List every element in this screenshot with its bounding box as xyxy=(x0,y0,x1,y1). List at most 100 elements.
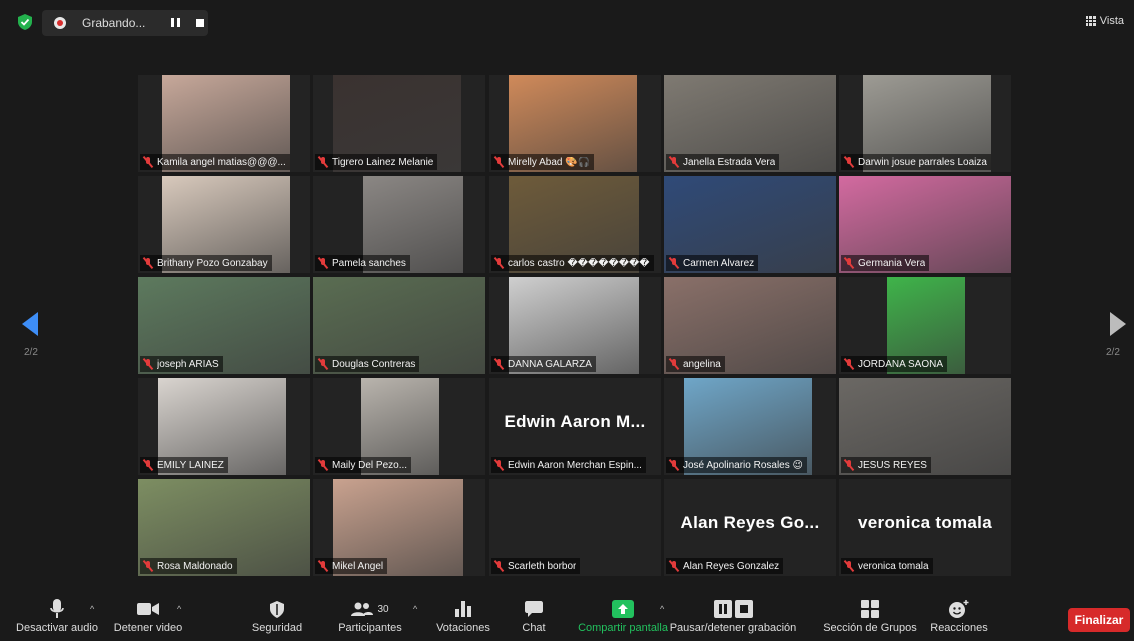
next-page-arrow-icon[interactable] xyxy=(1110,312,1126,336)
participant-video-tile[interactable]: Scarleth borbor xyxy=(489,479,661,576)
participants-icon xyxy=(351,602,374,616)
participant-video-tile[interactable]: Brithany Pozo Gonzabay xyxy=(138,176,310,273)
grid-view-icon xyxy=(1085,16,1096,26)
participant-video-tile[interactable]: JORDANA SAONA xyxy=(839,277,1011,374)
muted-microphone-icon xyxy=(844,459,854,471)
chat-label: Chat xyxy=(522,622,546,634)
participant-name-label: Brithany Pozo Gonzabay xyxy=(157,257,268,269)
participant-video-tile[interactable]: Maily Del Pezo... xyxy=(313,378,485,475)
breakout-rooms-grid-icon xyxy=(861,600,879,618)
participant-video-tile[interactable]: EMILY LAINEZ xyxy=(138,378,310,475)
security-label: Seguridad xyxy=(251,622,303,634)
chat-button[interactable]: Chat xyxy=(516,596,552,640)
video-options-caret-icon[interactable]: ^ xyxy=(177,604,181,614)
participant-name-badge: Mirelly Abad 🎨🎧 xyxy=(491,154,595,170)
mute-audio-button[interactable]: Desactivar audio xyxy=(14,596,100,640)
breakout-rooms-label: Sección de Grupos xyxy=(823,622,917,634)
participant-name-label: Darwin josue parrales Loaiza xyxy=(858,156,987,168)
share-options-caret-icon[interactable]: ^ xyxy=(660,604,664,614)
chat-bubble-icon xyxy=(525,601,543,617)
end-meeting-button[interactable]: Finalizar xyxy=(1068,608,1130,632)
share-screen-button[interactable]: Compartir pantalla xyxy=(574,596,672,640)
participant-name-badge: JORDANA SAONA xyxy=(841,356,948,372)
participant-name-label: DANNA GALARZA xyxy=(508,358,592,370)
muted-microphone-icon xyxy=(669,560,679,572)
muted-microphone-icon xyxy=(143,156,153,168)
participant-name-label: Pamela sanches xyxy=(332,257,406,269)
participant-name-badge: Darwin josue parrales Loaiza xyxy=(841,154,991,170)
mute-audio-label: Desactivar audio xyxy=(16,622,98,634)
participant-video-tile[interactable]: Darwin josue parrales Loaiza xyxy=(839,75,1011,172)
participant-name-label: Maily Del Pezo... xyxy=(332,459,408,471)
muted-microphone-icon xyxy=(143,560,153,572)
participant-video-tile[interactable]: Janella Estrada Vera xyxy=(664,75,836,172)
participant-video-tile[interactable]: Alan Reyes Go... Alan Reyes Gonzalez xyxy=(664,479,836,576)
participant-video-tile[interactable]: angelina xyxy=(664,277,836,374)
participant-name-label: Douglas Contreras xyxy=(332,358,416,370)
participant-video-tile[interactable]: Carmen Alvarez xyxy=(664,176,836,273)
participant-video-tile[interactable]: Germania Vera xyxy=(839,176,1011,273)
audio-options-caret-icon[interactable]: ^ xyxy=(90,604,94,614)
participant-video-tile[interactable]: Rosa Maldonado xyxy=(138,479,310,576)
participant-name-label: Alan Reyes Gonzalez xyxy=(683,560,780,572)
participant-video-tile[interactable]: José Apolinario Rosales 😉 xyxy=(664,378,836,475)
muted-microphone-icon xyxy=(669,257,679,269)
muted-microphone-icon xyxy=(318,459,328,471)
muted-microphone-icon xyxy=(494,358,504,370)
view-button[interactable]: Vista xyxy=(1082,10,1128,32)
stop-video-label: Detener video xyxy=(113,622,183,634)
pause-stop-recording-button[interactable]: Pausar/detener grabación xyxy=(670,596,796,640)
participant-name-badge: angelina xyxy=(666,356,725,372)
muted-microphone-icon xyxy=(669,459,679,471)
participant-video-tile[interactable]: Douglas Contreras xyxy=(313,277,485,374)
participant-video-tile[interactable]: Pamela sanches xyxy=(313,176,485,273)
participant-video-tile[interactable]: veronica tomala veronica tomala xyxy=(839,479,1011,576)
participant-name-label: Janella Estrada Vera xyxy=(683,156,776,168)
participant-name-badge: JESUS REYES xyxy=(841,457,931,473)
pause-recording-icon[interactable] xyxy=(168,16,184,30)
stop-video-button[interactable]: Detener video xyxy=(110,596,186,640)
participant-name-label: angelina xyxy=(683,358,721,370)
participant-name-label: Edwin Aaron Merchan Espin... xyxy=(508,459,642,471)
participant-video-tile[interactable]: Mikel Angel xyxy=(313,479,485,576)
participant-video-tile[interactable]: Mirelly Abad 🎨🎧 xyxy=(489,75,661,172)
reactions-button[interactable]: Reacciones xyxy=(930,596,988,640)
participant-name-label: Rosa Maldonado xyxy=(157,560,233,572)
participant-name-badge: Tigrero Lainez Melanie xyxy=(315,154,438,170)
previous-page-arrow-icon[interactable] xyxy=(22,312,38,336)
participant-name-label: Carmen Alvarez xyxy=(683,257,755,269)
participant-name-badge: Kamila angel matias@@@... xyxy=(140,154,290,170)
share-screen-icon xyxy=(612,600,634,618)
muted-microphone-icon xyxy=(318,156,328,168)
muted-microphone-icon xyxy=(844,560,854,572)
participant-name-display: Edwin Aaron M... xyxy=(504,412,646,431)
polls-button[interactable]: Votaciones xyxy=(434,596,492,640)
participant-name-badge: joseph ARIAS xyxy=(140,356,223,372)
participant-video-tile[interactable]: Edwin Aaron M... Edwin Aaron Merchan Espi… xyxy=(489,378,661,475)
muted-microphone-icon xyxy=(318,358,328,370)
microphone-icon xyxy=(50,599,64,618)
participant-video-tile[interactable]: Tigrero Lainez Melanie xyxy=(313,75,485,172)
recording-indicator: Grabando... xyxy=(42,10,208,36)
participant-name-label: veronica tomala xyxy=(858,560,929,572)
stop-recording-icon[interactable] xyxy=(192,16,208,30)
participant-video-tile[interactable]: JESUS REYES xyxy=(839,378,1011,475)
participant-video-tile[interactable]: carlos castro �������� xyxy=(489,176,661,273)
participant-name-badge: Carmen Alvarez xyxy=(666,255,759,271)
participant-name-badge: Douglas Contreras xyxy=(315,356,420,372)
participants-button[interactable]: 30 Participantes xyxy=(334,596,406,640)
participant-video-tile[interactable]: joseph ARIAS xyxy=(138,277,310,374)
security-button[interactable]: Seguridad xyxy=(248,596,306,640)
participant-video-tile[interactable]: Kamila angel matias@@@... xyxy=(138,75,310,172)
breakout-rooms-button[interactable]: Sección de Grupos xyxy=(823,596,917,640)
muted-microphone-icon xyxy=(143,358,153,370)
muted-microphone-icon xyxy=(494,459,504,471)
muted-microphone-icon xyxy=(143,459,153,471)
participant-name-label: JORDANA SAONA xyxy=(858,358,944,370)
participant-name-badge: Maily Del Pezo... xyxy=(315,457,412,473)
participant-name-label: Kamila angel matias@@@... xyxy=(157,156,286,168)
participant-video-tile[interactable]: DANNA GALARZA xyxy=(489,277,661,374)
participant-name-display: veronica tomala xyxy=(858,513,992,532)
participants-options-caret-icon[interactable]: ^ xyxy=(413,604,417,614)
muted-microphone-icon xyxy=(494,156,504,168)
